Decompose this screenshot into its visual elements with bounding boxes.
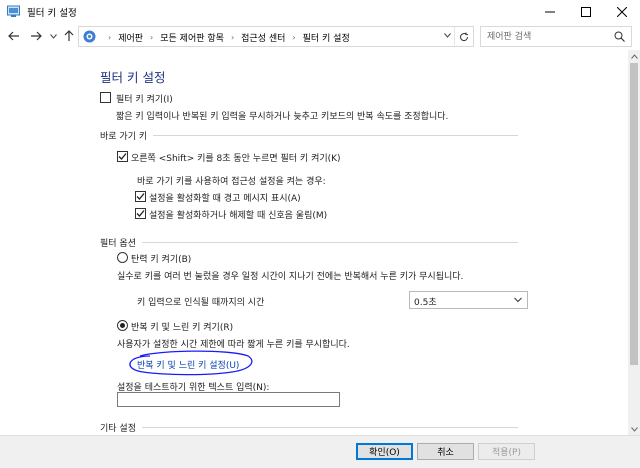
other-settings-section-header: 기타 설정 — [100, 421, 518, 434]
up-arrow-icon — [64, 30, 74, 41]
breadcrumb-filter-keys[interactable]: 필터 키 설정 — [303, 31, 350, 44]
section-label: 바로 가기 키 — [100, 131, 148, 142]
title-bar: 필터 키 설정 — [0, 0, 640, 23]
bounce-time-select[interactable]: 0.5초 — [409, 291, 528, 309]
search-input[interactable] — [487, 30, 607, 43]
sound-checkbox[interactable] — [135, 208, 146, 219]
navigation-bar: › 제어판 › 모든 제어판 항목 › 접근성 센터 › 필터 키 설정 — [0, 23, 640, 50]
chevron-right-icon[interactable]: › — [231, 33, 234, 42]
shortcut-checkbox[interactable] — [117, 151, 128, 162]
minimize-icon — [545, 11, 555, 12]
recent-locations-button[interactable] — [48, 29, 58, 43]
scroll-down-button[interactable] — [628, 423, 640, 435]
filter-keys-description: 짧은 키 입력이나 반복된 키 입력을 무시하거나 늦추고 키보드의 반복 속도… — [116, 112, 449, 122]
breadcrumb: › 제어판 › 모든 제어판 항목 › 접근성 센터 › 필터 키 설정 — [101, 31, 350, 44]
chevron-down-icon — [630, 426, 638, 432]
scrollbar-thumb[interactable] — [630, 63, 638, 365]
repeat-keys-description: 사용자가 설정한 시간 제한에 따라 짧게 누른 키를 무시합니다. — [117, 340, 350, 350]
up-button[interactable] — [62, 29, 76, 43]
checkmark-icon — [136, 193, 145, 200]
scroll-up-button[interactable] — [628, 50, 640, 62]
search-icon — [614, 31, 625, 42]
test-text-input[interactable] — [117, 392, 340, 407]
minimize-button[interactable] — [532, 0, 568, 23]
divider — [141, 241, 518, 243]
address-history-button[interactable] — [444, 31, 451, 40]
warning-message-label[interactable]: 설정을 활성화할 때 경고 메시지 표시(A) — [149, 191, 301, 204]
shortcut-label[interactable]: 오른쪽 <Shift> 키를 8초 동안 누르면 필터 키 켜기(K) — [131, 151, 341, 164]
page-title: 필터 키 설정 — [100, 70, 166, 85]
bounce-time-value: 0.5초 — [414, 298, 437, 308]
window-title: 필터 키 설정 — [27, 8, 77, 19]
settings-page: 필터 키 설정 필터 키 켜기(I) 짧은 키 입력이나 반복된 키 입력을 무… — [0, 50, 628, 435]
checkmark-icon — [118, 153, 127, 160]
repeat-keys-settings-link[interactable]: 반복 키 및 느린 키 설정(U) — [137, 358, 239, 371]
chevron-down-icon — [49, 33, 57, 39]
shortcut-when-text: 바로 가기 키를 사용하여 접근성 설정을 켜는 경우: — [137, 177, 326, 187]
back-button[interactable] — [7, 29, 21, 43]
radio-selected-dot — [120, 323, 125, 328]
repeat-keys-radio[interactable] — [117, 320, 128, 331]
chevron-down-icon — [514, 297, 522, 303]
apply-button[interactable]: 적용(P) — [478, 443, 535, 460]
warning-message-checkbox[interactable] — [135, 191, 146, 202]
control-panel-icon — [7, 5, 20, 17]
control-panel-icon — [83, 30, 96, 43]
forward-arrow-icon — [31, 31, 42, 41]
search-box[interactable] — [480, 26, 632, 47]
close-icon — [617, 6, 627, 17]
bounce-keys-radio[interactable] — [117, 252, 128, 263]
breadcrumb-control-panel[interactable]: 제어판 — [118, 31, 143, 44]
shortcut-section-header: 바로 가기 키 — [100, 129, 518, 142]
repeat-keys-label[interactable]: 반복 키 및 느린 키 켜기(R) — [131, 320, 233, 333]
sound-label[interactable]: 설정을 활성화하거나 해제할 때 신호음 울림(M) — [149, 208, 327, 221]
section-label: 필터 옵션 — [100, 238, 136, 249]
chevron-right-icon[interactable]: › — [292, 33, 295, 42]
breadcrumb-all-items[interactable]: 모든 제어판 항목 — [160, 31, 224, 44]
section-label: 기타 설정 — [100, 423, 136, 434]
chevron-right-icon[interactable]: › — [150, 33, 153, 42]
chevron-down-icon — [444, 33, 451, 38]
bounce-time-label: 키 입력으로 인식될 때까지의 시간 — [137, 298, 265, 308]
close-button[interactable] — [604, 0, 640, 23]
chevron-up-icon — [630, 53, 638, 59]
filter-options-section-header: 필터 옵션 — [100, 236, 518, 249]
address-box[interactable]: › 제어판 › 모든 제어판 항목 › 접근성 센터 › 필터 키 설정 — [78, 26, 474, 47]
breadcrumb-ease-of-access[interactable]: 접근성 센터 — [241, 31, 285, 44]
divider — [141, 426, 518, 428]
filter-keys-checkbox[interactable] — [100, 92, 111, 103]
bounce-keys-description: 실수로 키를 여러 번 눌렀을 경우 일정 시간이 지나기 전에는 반복해서 누… — [117, 272, 464, 282]
refresh-icon — [460, 32, 469, 41]
maximize-icon — [581, 6, 591, 17]
bounce-keys-label[interactable]: 탄력 키 켜기(B) — [131, 252, 191, 265]
divider — [153, 134, 518, 136]
checkmark-icon — [136, 210, 145, 217]
back-arrow-icon — [8, 31, 19, 41]
maximize-button[interactable] — [568, 0, 604, 23]
filter-keys-label[interactable]: 필터 키 켜기(I) — [116, 92, 173, 105]
refresh-button[interactable] — [454, 27, 473, 46]
dialog-footer: 확인(O) 취소 적용(P) — [0, 435, 640, 468]
ok-button[interactable]: 확인(O) — [356, 443, 413, 460]
vertical-scrollbar[interactable] — [628, 50, 640, 435]
cancel-button[interactable]: 취소 — [417, 443, 474, 460]
chevron-right-icon: › — [108, 33, 112, 42]
forward-button[interactable] — [29, 29, 43, 43]
